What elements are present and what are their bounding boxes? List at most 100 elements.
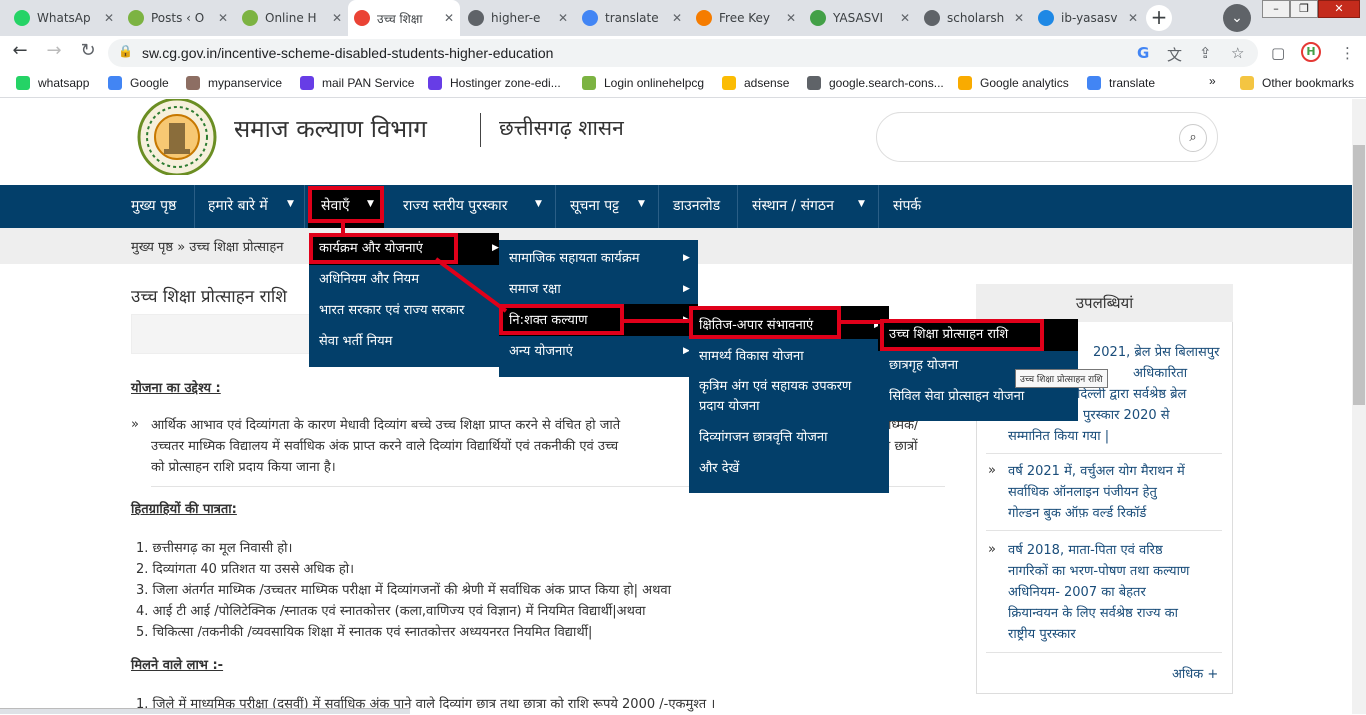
achievement-item[interactable]: गोल्डन बुक ऑफ़ वर्ल्ड रिकॉर्ड	[1008, 503, 1146, 524]
achievement-item[interactable]: राष्ट्रीय पुरस्कार	[1008, 624, 1076, 645]
browser-tab[interactable]: WhatsAp ✕	[8, 4, 120, 32]
achievement-item[interactable]: 2021, ब्रेल प्रेस बिलासपुर	[1093, 342, 1220, 363]
bookmark-item[interactable]: Google analytics	[958, 76, 1069, 90]
bookmark-item[interactable]: translate	[1087, 76, 1155, 90]
other-bookmarks[interactable]: Other bookmarks	[1240, 76, 1354, 90]
close-tab-icon[interactable]: ✕	[444, 11, 454, 25]
achievement-item[interactable]: अधिकारिता	[1133, 363, 1187, 384]
achievement-item[interactable]: वर्ष 2018, माता-पिता एवं वरिष्ठ	[1008, 540, 1163, 561]
bookmark-item[interactable]: mypanservice	[186, 76, 282, 90]
url-text[interactable]: sw.cg.gov.in/incentive-scheme-disabled-s…	[142, 45, 553, 61]
profile-avatar[interactable]: H	[1301, 42, 1321, 62]
browser-tab[interactable]: YASASVI ✕	[804, 4, 916, 32]
menu-item-civil-service[interactable]: सिविल सेवा प्रोत्साहन योजना	[889, 388, 1024, 405]
minimize-button[interactable]: –	[1262, 0, 1290, 18]
menu-item-social-assistance[interactable]: सामाजिक सहायता कार्यक्रम	[509, 250, 640, 267]
bookmark-star-icon[interactable]: ☆	[1231, 44, 1244, 62]
close-tab-icon[interactable]: ✕	[104, 11, 114, 25]
browser-tab[interactable]: translate ✕	[576, 4, 688, 32]
google-icon	[354, 10, 370, 26]
annotation-connector	[840, 320, 882, 324]
browser-tab[interactable]: Online H ✕	[236, 4, 348, 32]
browser-tab[interactable]: scholarsh ✕	[918, 4, 1030, 32]
achievement-item[interactable]: सर्वाधिक ऑनलाइन पंजीयन हेतु	[1008, 482, 1157, 503]
menu-item-artificial-limbs[interactable]: कृत्रिम अंग एवं सहायक उपकरण	[699, 378, 851, 395]
google-lens-icon[interactable]: G	[1137, 44, 1149, 62]
new-tab-button[interactable]: +	[1146, 5, 1172, 31]
kebab-menu-icon[interactable]: ⋮	[1340, 44, 1355, 62]
menu-item-see-more[interactable]: और देखें	[699, 460, 739, 477]
tab-search-icon[interactable]: ⌄	[1223, 4, 1251, 32]
bookmark-item[interactable]: mail PAN Service	[300, 76, 414, 90]
close-tab-icon[interactable]: ✕	[1014, 11, 1024, 25]
close-tab-icon[interactable]: ✕	[332, 11, 342, 25]
restore-button[interactable]: ❐	[1290, 0, 1318, 18]
menu-item-scholarship[interactable]: दिव्यांगजन छात्रवृत्ति योजना	[699, 429, 827, 446]
menu-item-samarthya[interactable]: सामर्थ्य विकास योजना	[699, 348, 804, 365]
breadcrumb[interactable]: मुख्य पृष्ठ » उच्च शिक्षा प्रोत्साहन	[131, 237, 284, 255]
reload-icon[interactable]: ↻	[76, 40, 100, 64]
translate-icon[interactable]: 文	[1167, 44, 1182, 65]
nav-institutions[interactable]: संस्थान / संगठन	[752, 185, 834, 228]
achievement-item[interactable]: पुरस्कार 2020 से	[1083, 405, 1170, 426]
achievement-item[interactable]: सम्मानित किया गया |	[1008, 426, 1109, 447]
achievement-item[interactable]: अधिनियम- 2007 का बेहतर	[1008, 582, 1146, 603]
chevron-right-icon: ▶	[683, 284, 690, 294]
sidepanel-icon[interactable]: ▢	[1271, 44, 1285, 62]
browser-tab[interactable]: Posts ‹ O ✕	[122, 4, 234, 32]
browser-tab[interactable]: उच्च शिक्षा ✕	[348, 0, 460, 36]
close-tab-icon[interactable]: ✕	[672, 11, 682, 25]
check-icon	[810, 10, 826, 26]
menu-item-recruitment[interactable]: सेवा भर्ती नियम	[319, 333, 392, 350]
menu-item-acts-rules[interactable]: अधिनियम और नियम	[319, 271, 419, 288]
browser-tab[interactable]: ib-yasasv ✕	[1032, 4, 1144, 32]
menu-item-hostel-scheme[interactable]: छात्रगृह योजना	[889, 357, 958, 374]
emblem-icon	[186, 76, 200, 90]
browser-tab[interactable]: higher-e ✕	[462, 4, 574, 32]
chevron-right-icon: ▶	[683, 253, 690, 263]
close-tab-icon[interactable]: ✕	[558, 11, 568, 25]
highlight-box-higher-education	[880, 319, 1044, 351]
nav-divider	[304, 185, 305, 228]
achievement-item[interactable]: वर्ष 2021 में, वर्चुअल योग मैराथन में	[1008, 461, 1185, 482]
google-icon	[1087, 76, 1101, 90]
benefits-heading: मिलने वाले लाभ :-	[131, 658, 224, 673]
menu-item-social-defence[interactable]: समाज रक्षा	[509, 281, 561, 298]
close-tab-icon[interactable]: ✕	[900, 11, 910, 25]
search-console-icon	[807, 76, 821, 90]
bookmarks-overflow[interactable]: »	[1209, 74, 1216, 88]
close-tab-icon[interactable]: ✕	[218, 11, 228, 25]
achievement-item[interactable]: क्रियान्वयन के लिए सर्वश्रेष्ठ राज्य का	[1008, 603, 1178, 624]
bookmark-item[interactable]: Login onlinehelpcg	[582, 76, 704, 90]
nav-state-awards[interactable]: राज्य स्तरीय पुरस्कार	[403, 185, 508, 228]
forward-arrow-icon[interactable]: →	[42, 40, 66, 64]
nav-home[interactable]: मुख्य पृष्ठ	[131, 185, 176, 228]
annotation-connector-diagonal	[434, 257, 508, 313]
eligibility-item: 5. चिकित्सा /तकनीकी /व्यवसायिक शिक्षा मे…	[136, 625, 593, 640]
achievement-item[interactable]: नागरिकों का भरण-पोषण तथा कल्याण	[1008, 561, 1189, 582]
site-search-input[interactable]	[876, 112, 1218, 162]
close-tab-icon[interactable]: ✕	[786, 11, 796, 25]
tab-title: WhatsAp	[37, 11, 91, 25]
nav-notice-board[interactable]: सूचना पट्ट	[570, 185, 619, 228]
close-tab-icon[interactable]: ✕	[1128, 11, 1138, 25]
share-icon[interactable]: ⇪	[1199, 44, 1212, 62]
back-arrow-icon[interactable]: ←	[8, 40, 32, 64]
bookmark-item[interactable]: google.search-cons...	[807, 76, 944, 90]
lock-icon[interactable]: 🔒	[118, 44, 133, 58]
nav-download[interactable]: डाउनलोड	[673, 185, 720, 228]
google-icon	[108, 76, 122, 90]
browser-tab[interactable]: Free Key ✕	[690, 4, 802, 32]
nav-about[interactable]: हमारे बारे में	[208, 185, 268, 228]
menu-item-other-schemes[interactable]: अन्य योजनाएं	[509, 343, 573, 360]
bookmark-item[interactable]: Hostinger zone-edi...	[428, 76, 561, 90]
bookmark-item[interactable]: Google	[108, 76, 169, 90]
nav-contact[interactable]: संपर्क	[893, 185, 921, 228]
scrollbar-thumb[interactable]	[1353, 145, 1365, 405]
more-link[interactable]: अधिक +	[1172, 664, 1218, 682]
bookmark-item[interactable]: whatsapp	[16, 76, 89, 90]
menu-item-artificial-limbs-cont[interactable]: प्रदाय योजना	[699, 398, 759, 415]
close-window-button[interactable]: ✕	[1318, 0, 1360, 18]
bookmark-item[interactable]: adsense	[722, 76, 789, 90]
search-icon[interactable]: ⌕	[1179, 124, 1207, 152]
